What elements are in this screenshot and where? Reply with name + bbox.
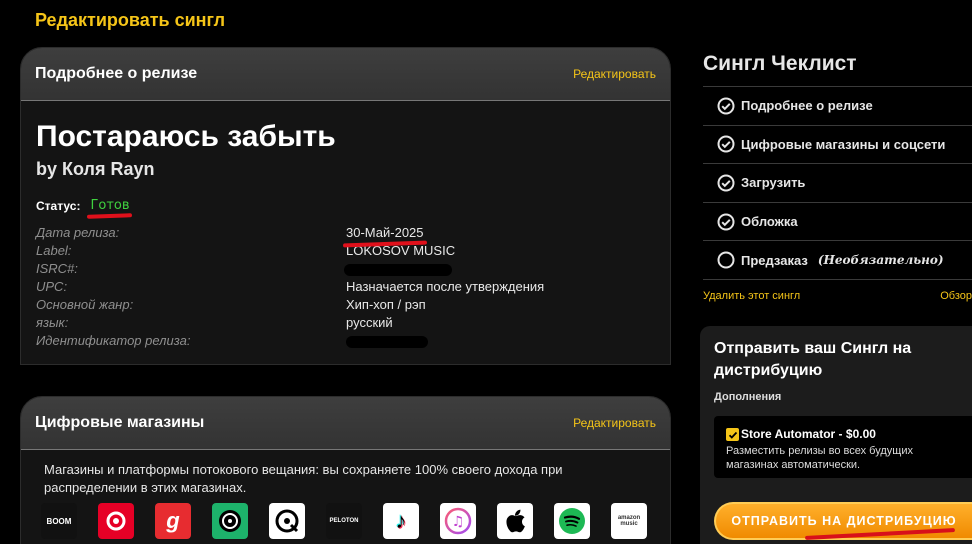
- checklist-item-label: Цифровые магазины и соцсети: [741, 136, 946, 152]
- release-artist: by Коля Rayn: [36, 159, 155, 179]
- spotify-icon: [554, 503, 590, 539]
- field-label-genre: Основной жанр:: [36, 297, 134, 312]
- netease-icon: [98, 503, 134, 539]
- store-icons-row: BOOM g PELOTON ♪ ♫ amazon music: [41, 503, 668, 539]
- release-details-header: Подробнее о релизе Редактировать: [21, 48, 670, 101]
- redacted-release-id: [346, 335, 428, 348]
- checklist-item-preorder[interactable]: Предзаказ (Необязательно): [703, 241, 972, 280]
- checklist-item-stores[interactable]: Цифровые магазины и соцсети: [703, 126, 972, 165]
- release-details-card: Подробнее о релизе Редактировать Постара…: [20, 47, 671, 365]
- status-badge: Готов: [87, 198, 133, 219]
- release-field-labels: Дата релиза: Label: ISRC#: UPC: Основной…: [36, 224, 190, 350]
- checklist-item-artwork[interactable]: Обложка: [703, 203, 972, 242]
- edit-stores-link[interactable]: Редактировать: [573, 416, 656, 430]
- field-label-release-id: Идентификатор релиза:: [36, 333, 191, 348]
- checklist-item-upload[interactable]: Загрузить: [703, 164, 972, 203]
- status-row: Статус: Готов: [36, 198, 133, 219]
- empty-circle-icon: [717, 251, 735, 269]
- field-label-label: Label:: [36, 243, 72, 258]
- check-circle-icon: [717, 97, 735, 115]
- field-label-isrc: ISRC#:: [36, 261, 78, 276]
- field-label-release-date: Дата релиза:: [36, 225, 120, 240]
- checkmark-icon: [728, 431, 737, 439]
- tiktok-icon: ♪: [383, 503, 419, 539]
- overview-link[interactable]: Обзор: [940, 290, 972, 302]
- field-value-upc: Назначается после утверждения: [346, 279, 545, 294]
- boom-icon: BOOM: [41, 503, 77, 539]
- redacted-isrc: [344, 263, 452, 276]
- release-details-title: Подробнее о релизе: [35, 65, 198, 82]
- checklist-item-label: Предзаказ: [741, 252, 808, 268]
- field-value-language: русский: [346, 315, 393, 330]
- checklist-item-label: Обложка: [741, 214, 798, 230]
- checklist-item-label: Подробнее о релизе: [741, 98, 873, 114]
- apple-icon: [497, 503, 533, 539]
- page-title: Редактировать сингл: [35, 10, 226, 30]
- check-circle-icon: [717, 174, 735, 192]
- qobuz-icon: [269, 503, 305, 539]
- release-title: Постараюсь забыть: [36, 120, 336, 153]
- field-label-language: язык:: [36, 315, 69, 330]
- submit-distribution-panel: Отправить ваш Сингл на дистрибуцию Допол…: [700, 326, 972, 544]
- checklist-title: Сингл Чеклист: [703, 52, 857, 75]
- addons-label: Дополнения: [714, 391, 782, 403]
- single-checklist: Подробнее о релизе Цифровые магазины и с…: [703, 86, 972, 280]
- svg-text:♫: ♫: [452, 514, 465, 530]
- addon-name: Store Automator - $0.00: [741, 427, 876, 441]
- digital-stores-card: Цифровые магазины Редактировать Магазины…: [20, 396, 671, 544]
- gaana-icon: g: [155, 503, 191, 539]
- release-field-values: 30-Май-2025 LOKOSOV MUSIC Назначается по…: [342, 224, 545, 350]
- field-value-isrc: [344, 260, 544, 278]
- digital-stores-header: Цифровые магазины Редактировать: [21, 397, 670, 450]
- checklist-item-release-details[interactable]: Подробнее о релизе: [703, 87, 972, 126]
- itunes-icon: ♫: [440, 503, 476, 539]
- edit-release-details-link[interactable]: Редактировать: [573, 67, 656, 81]
- addon-checkbox[interactable]: [726, 428, 739, 441]
- field-value-release-date: 30-Май-2025: [342, 224, 544, 248]
- red-underline-mark: [87, 213, 133, 219]
- store-automator-addon[interactable]: Store Automator - $0.00 Разместить релиз…: [714, 416, 972, 478]
- check-circle-icon: [717, 135, 735, 153]
- addon-description: Разместить релизы во всех будущих магази…: [726, 445, 913, 471]
- optional-note: (Необязательно): [817, 253, 944, 268]
- sidebar-links: Удалить этот сингл Обзор: [703, 290, 972, 302]
- jiosaavn-icon: [212, 503, 248, 539]
- field-label-upc: UPC:: [36, 279, 68, 294]
- checklist-item-label: Загрузить: [741, 175, 806, 191]
- stores-description: Магазины и платформы потокового вещания:…: [44, 462, 563, 495]
- check-circle-icon: [717, 213, 735, 231]
- status-value-text: Готов: [90, 198, 130, 213]
- status-label: Статус:: [36, 198, 81, 213]
- peloton-icon: PELOTON: [326, 503, 362, 539]
- digital-stores-title: Цифровые магазины: [35, 414, 205, 431]
- submit-title: Отправить ваш Сингл на дистрибуцию: [714, 340, 912, 379]
- field-value-release-id: [346, 332, 544, 350]
- delete-single-link[interactable]: Удалить этот сингл: [703, 290, 800, 302]
- amazon-music-icon: amazon music: [611, 503, 647, 539]
- field-value-genre: Хип-хоп / рэп: [346, 297, 426, 312]
